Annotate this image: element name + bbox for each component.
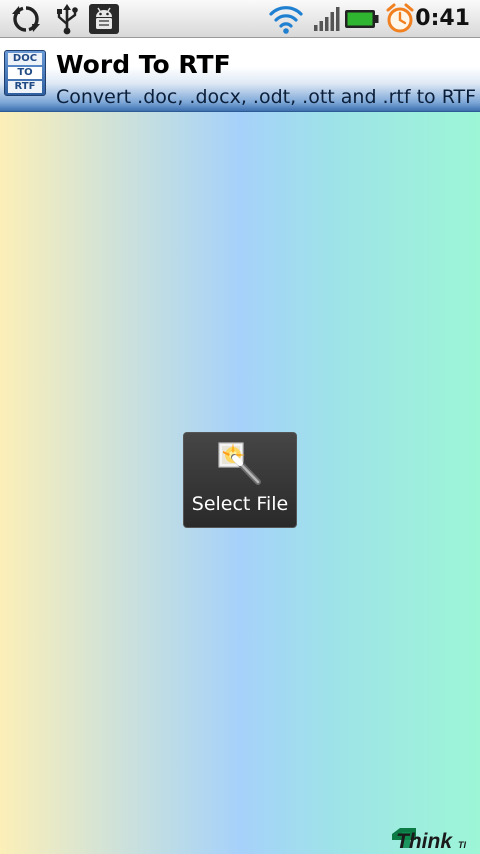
status-time: 0:41 xyxy=(415,6,470,31)
sync-icon xyxy=(12,6,40,32)
brand-logo-suffix: TI xyxy=(458,840,466,850)
app-subtitle: Convert .doc, .docx, .odt, .ott and .rtf… xyxy=(56,86,477,108)
select-file-button[interactable]: Select File xyxy=(183,432,297,528)
usb-icon xyxy=(57,4,78,35)
screen: 0:41 DOC TO RTF Word To RTF Convert .doc… xyxy=(0,0,480,854)
title-bar: DOC TO RTF Word To RTF Convert .doc, .do… xyxy=(0,38,480,112)
app-title: Word To RTF xyxy=(56,50,231,79)
alarm-clock-icon xyxy=(386,3,414,33)
select-file-label: Select File xyxy=(191,493,289,515)
app-icon-line-3: RTF xyxy=(8,81,42,93)
app-icon-line-1: DOC xyxy=(8,53,42,65)
app-icon: DOC TO RTF xyxy=(4,50,46,96)
main-content: Select File Think TI xyxy=(0,112,480,854)
magic-wand-icon xyxy=(218,442,261,485)
brand-logo: Think TI xyxy=(388,822,472,852)
android-debug-icon xyxy=(89,4,119,34)
brand-logo-text: Think xyxy=(396,830,453,852)
think-logo-icon: Think TI xyxy=(392,828,466,852)
battery-icon xyxy=(345,10,379,28)
signal-icon xyxy=(314,7,340,31)
wifi-icon xyxy=(269,6,303,34)
app-icon-line-2: TO xyxy=(8,67,42,79)
status-bar: 0:41 xyxy=(0,0,480,38)
